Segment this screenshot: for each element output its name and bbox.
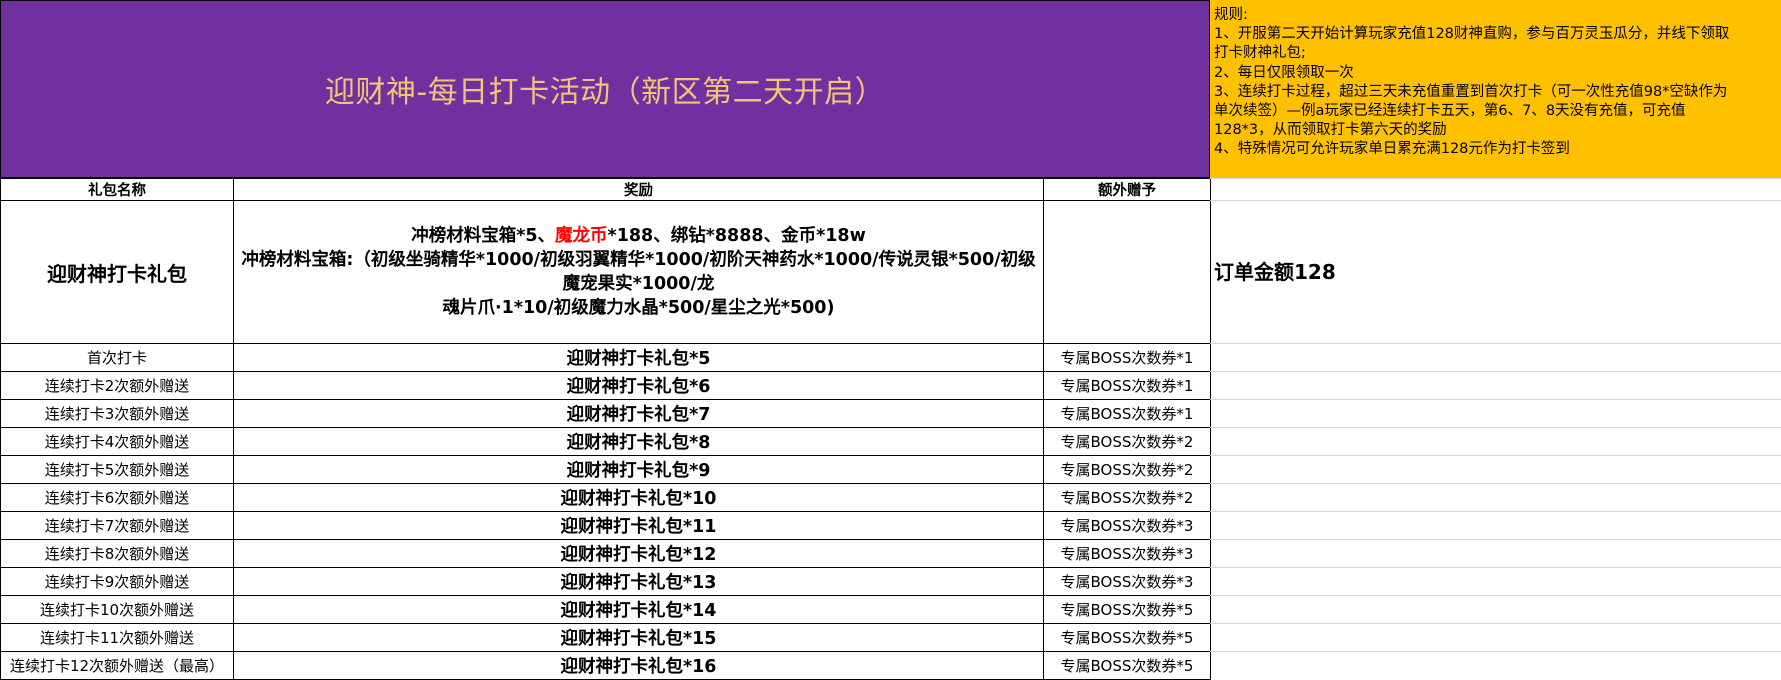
banner-cell[interactable]: 迎财神-每日打卡活动（新区第二天开启）: [0, 0, 1210, 178]
rules-line: 3、连续打卡过程，超过三天未充值重置到首次打卡（可一次性充值98*空缺作为: [1214, 83, 1728, 100]
row-name-cell[interactable]: 连续打卡6次额外赠送: [0, 483, 234, 512]
gridline: [1210, 343, 1781, 344]
pack-name-cell[interactable]: 迎财神打卡礼包: [0, 200, 234, 344]
row-extra-cell[interactable]: 专属BOSS次数券*2: [1043, 427, 1211, 456]
pack-reward-cell[interactable]: 冲榜材料宝箱*5、魔龙币*188、绑钻*8888、金币*18w 冲榜材料宝箱:（…: [233, 200, 1044, 344]
row-extra-cell[interactable]: 专属BOSS次数券*2: [1043, 483, 1211, 512]
row-extra-cell[interactable]: 专属BOSS次数券*1: [1043, 371, 1211, 400]
row-extra-cell[interactable]: 专属BOSS次数券*5: [1043, 651, 1211, 680]
table-row: 连续打卡5次额外赠送 迎财神打卡礼包*9 专属BOSS次数券*2: [0, 455, 1211, 484]
table-row: 连续打卡7次额外赠送 迎财神打卡礼包*11 专属BOSS次数券*3: [0, 511, 1211, 540]
table-row: 首次打卡 迎财神打卡礼包*5 专属BOSS次数券*1: [0, 343, 1211, 372]
row-reward-cell[interactable]: 迎财神打卡礼包*12: [233, 539, 1044, 568]
header-reward[interactable]: 奖励: [233, 178, 1044, 201]
pack-reward-text: *188、绑钻*8888、金币*18w: [607, 226, 866, 246]
pack-row: 迎财神打卡礼包 冲榜材料宝箱*5、魔龙币*188、绑钻*8888、金币*18w …: [0, 200, 1211, 344]
table-row: 连续打卡8次额外赠送 迎财神打卡礼包*12 专属BOSS次数券*3: [0, 539, 1211, 568]
rules-line: 打卡财神礼包;: [1214, 45, 1306, 62]
header-extra[interactable]: 额外赠予: [1043, 178, 1211, 201]
pack-reward-text: 冲榜材料宝箱*5、: [411, 226, 556, 246]
row-extra-cell[interactable]: 专属BOSS次数券*1: [1043, 399, 1211, 428]
row-name-cell[interactable]: 连续打卡5次额外赠送: [0, 455, 234, 484]
row-reward-cell[interactable]: 迎财神打卡礼包*10: [233, 483, 1044, 512]
gridline: [1210, 371, 1781, 372]
pack-reward-line: 冲榜材料宝箱*5、魔龙币*188、绑钻*8888、金币*18w: [236, 224, 1041, 248]
row-reward-cell[interactable]: 迎财神打卡礼包*13: [233, 567, 1044, 596]
gridline: [1210, 178, 1781, 179]
rules-line: 规则:: [1214, 7, 1248, 23]
rules-line: 2、每日仅限领取一次: [1214, 64, 1354, 81]
reward-table: 礼包名称 奖励 额外赠予 迎财神打卡礼包 冲榜材料宝箱*5、魔龙币*188、绑钻…: [0, 178, 1211, 680]
gridline: [1210, 200, 1781, 201]
rules-line: 单次续签）—例a玩家已经连续打卡五天，第6、7、8天没有充值，可充值: [1214, 103, 1686, 120]
row-extra-cell[interactable]: 专属BOSS次数券*1: [1043, 343, 1211, 372]
table-row: 连续打卡9次额外赠送 迎财神打卡礼包*13 专属BOSS次数券*3: [0, 567, 1211, 596]
table-row: 连续打卡4次额外赠送 迎财神打卡礼包*8 专属BOSS次数券*2: [0, 427, 1211, 456]
row-reward-cell[interactable]: 迎财神打卡礼包*5: [233, 343, 1044, 372]
row-reward-cell[interactable]: 迎财神打卡礼包*8: [233, 427, 1044, 456]
row-name-cell[interactable]: 连续打卡12次额外赠送（最高）: [0, 651, 234, 680]
header-row: 礼包名称 奖励 额外赠予: [0, 178, 1211, 201]
gridline: [1210, 651, 1781, 652]
row-name-cell[interactable]: 连续打卡2次额外赠送: [0, 371, 234, 400]
row-reward-cell[interactable]: 迎财神打卡礼包*9: [233, 455, 1044, 484]
pack-reward-highlight: 魔龙币: [555, 226, 608, 246]
table-row: 连续打卡3次额外赠送 迎财神打卡礼包*7 专属BOSS次数券*1: [0, 399, 1211, 428]
pack-extra-cell[interactable]: [1043, 200, 1211, 344]
row-extra-cell[interactable]: 专属BOSS次数券*3: [1043, 539, 1211, 568]
gridline: [1210, 539, 1781, 540]
row-name-cell[interactable]: 首次打卡: [0, 343, 234, 372]
row-reward-cell[interactable]: 迎财神打卡礼包*7: [233, 399, 1044, 428]
banner-title: 迎财神-每日打卡活动（新区第二天开启）: [324, 75, 886, 110]
gridline: [1210, 567, 1781, 568]
table-row: 连续打卡12次额外赠送（最高） 迎财神打卡礼包*16 专属BOSS次数券*5: [0, 651, 1211, 680]
pack-reward-line: 魂片爪·1*10/初级魔力水晶*500/星尘之光*500): [442, 298, 835, 318]
row-name-cell[interactable]: 连续打卡4次额外赠送: [0, 427, 234, 456]
gridline: [1210, 511, 1781, 512]
row-reward-cell[interactable]: 迎财神打卡礼包*16: [233, 651, 1044, 680]
order-amount-cell[interactable]: 订单金额128: [1214, 258, 1336, 286]
table-row: 连续打卡10次额外赠送 迎财神打卡礼包*14 专属BOSS次数券*5: [0, 595, 1211, 624]
rules-line: 128*3，从而领取打卡第六天的奖励: [1214, 122, 1447, 139]
row-extra-cell[interactable]: 专属BOSS次数券*2: [1043, 455, 1211, 484]
row-extra-cell[interactable]: 专属BOSS次数券*5: [1043, 595, 1211, 624]
row-name-cell[interactable]: 连续打卡8次额外赠送: [0, 539, 234, 568]
row-extra-cell[interactable]: 专属BOSS次数券*3: [1043, 567, 1211, 596]
rules-line: 1、开服第二天开始计算玩家充值128财神直购，参与百万灵玉瓜分，并线下领取: [1214, 26, 1730, 43]
row-reward-cell[interactable]: 迎财神打卡礼包*11: [233, 511, 1044, 540]
gridline: [1210, 399, 1781, 400]
rules-cell[interactable]: 规则: 1、开服第二天开始计算玩家充值128财神直购，参与百万灵玉瓜分，并线下领…: [1210, 0, 1781, 178]
row-name-cell[interactable]: 连续打卡9次额外赠送: [0, 567, 234, 596]
gridline: [1210, 455, 1781, 456]
row-extra-cell[interactable]: 专属BOSS次数券*3: [1043, 511, 1211, 540]
empty-cells-area[interactable]: [1210, 178, 1781, 679]
table-row: 连续打卡2次额外赠送 迎财神打卡礼包*6 专属BOSS次数券*1: [0, 371, 1211, 400]
gridline: [1210, 623, 1781, 624]
gridline: [1210, 595, 1781, 596]
rules-line: 4、特殊情况可允许玩家单日累充满128元作为打卡签到: [1214, 141, 1570, 158]
row-name-cell[interactable]: 连续打卡10次额外赠送: [0, 595, 234, 624]
gridline: [1210, 483, 1781, 484]
row-name-cell[interactable]: 连续打卡3次额外赠送: [0, 399, 234, 428]
header-pack-name[interactable]: 礼包名称: [0, 178, 234, 201]
row-reward-cell[interactable]: 迎财神打卡礼包*14: [233, 595, 1044, 624]
row-name-cell[interactable]: 连续打卡7次额外赠送: [0, 511, 234, 540]
gridline: [1210, 427, 1781, 428]
spreadsheet: 迎财神-每日打卡活动（新区第二天开启） 规则: 1、开服第二天开始计算玩家充值1…: [0, 0, 1781, 680]
table-row: 连续打卡6次额外赠送 迎财神打卡礼包*10 专属BOSS次数券*2: [0, 483, 1211, 512]
row-reward-cell[interactable]: 迎财神打卡礼包*6: [233, 371, 1044, 400]
row-extra-cell[interactable]: 专属BOSS次数券*5: [1043, 623, 1211, 652]
pack-reward-line: 冲榜材料宝箱:（初级坐骑精华*1000/初级羽翼精华*1000/初阶天神药水*1…: [241, 250, 1036, 294]
row-reward-cell[interactable]: 迎财神打卡礼包*15: [233, 623, 1044, 652]
table-row: 连续打卡11次额外赠送 迎财神打卡礼包*15 专属BOSS次数券*5: [0, 623, 1211, 652]
row-name-cell[interactable]: 连续打卡11次额外赠送: [0, 623, 234, 652]
